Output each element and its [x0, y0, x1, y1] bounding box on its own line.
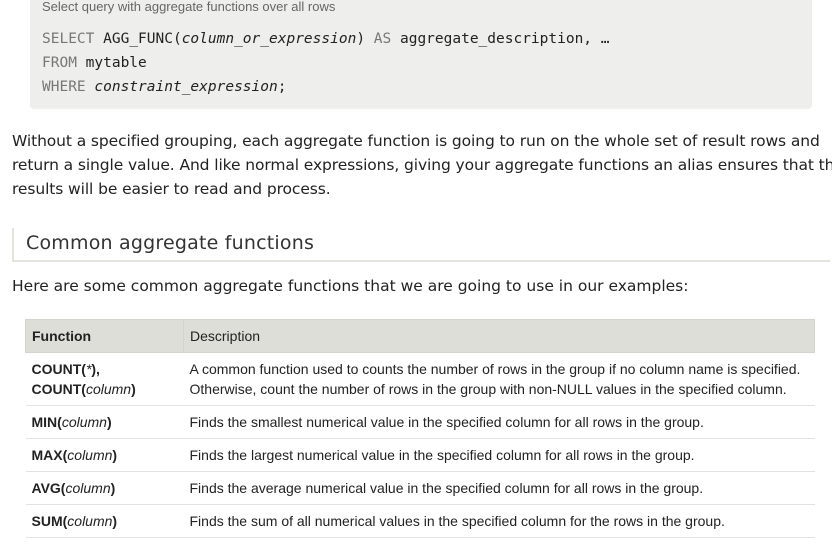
table-row: MAX(column) Finds the largest numerical …	[25, 438, 815, 472]
table-row: MIN(column) Finds the smallest numerical…	[25, 405, 815, 439]
function-name: MIN(	[31, 414, 62, 430]
function-cell: MAX(column)	[25, 438, 184, 472]
function-cell: MIN(column)	[25, 405, 184, 439]
sql-keyword-where: WHERE	[42, 79, 86, 95]
header-function: Function	[25, 319, 184, 353]
sql-constraint: constraint_expression	[94, 79, 278, 95]
table-row: SUM(column) Finds the sum of all numeric…	[25, 504, 815, 538]
function-arg: column	[65, 480, 111, 496]
aggregate-functions-table: Function Description COUNT(*), COUNT(col…	[25, 319, 815, 538]
function-close: )	[112, 447, 118, 463]
description-cell: Finds the largest numerical value in the…	[183, 438, 815, 472]
function-close: )	[112, 513, 118, 529]
function-close: )	[106, 414, 112, 430]
sql-keyword-select: SELECT	[42, 31, 95, 47]
function-cell: SUM(column)	[25, 504, 184, 538]
function-name: MAX(	[31, 447, 68, 463]
description-cell: Finds the average numerical value in the…	[183, 471, 815, 505]
function-arg: column	[67, 513, 113, 529]
description-cell: Finds the sum of all numerical values in…	[183, 504, 815, 538]
function-name: COUNT(	[31, 361, 86, 377]
function-arg: column	[61, 414, 107, 430]
query-caption: Select query with aggregate functions ov…	[42, 0, 336, 14]
query-example-box: Select query with aggregate functions ov…	[30, 0, 812, 109]
function-cell: AVG(column)	[25, 471, 184, 505]
sql-alias: aggregate_description, …	[399, 31, 610, 47]
function-name: AVG(	[31, 480, 66, 496]
description-cell: Finds the smallest numerical value in th…	[183, 405, 815, 439]
sql-code-block: SELECT AGG_FUNC(column_or_expression) AS…	[42, 27, 610, 99]
description-cell: A common function used to counts the num…	[183, 352, 815, 406]
sql-semicolon: ;	[277, 79, 287, 95]
function-close: ),	[91, 361, 100, 377]
table-row: AVG(column) Finds the average numerical …	[25, 471, 815, 505]
sql-keyword-as: AS	[373, 31, 392, 47]
paragraph-line: return a single value. And like normal e…	[12, 156, 832, 174]
function-close: )	[131, 381, 136, 397]
table-header-row: Function Description	[25, 319, 815, 353]
function-arg: column	[67, 447, 113, 463]
paragraph-line: results will be easier to read and proce…	[12, 180, 331, 198]
sql-table-name: mytable	[85, 55, 147, 71]
sql-keyword-from: FROM	[42, 55, 77, 71]
function-name: SUM(	[31, 513, 68, 529]
explanation-paragraph: Without a specified grouping, each aggre…	[12, 129, 832, 201]
function-arg: column	[85, 381, 132, 397]
header-description: Description	[183, 319, 815, 353]
function-cell: COUNT(*), COUNT(column)	[25, 352, 184, 406]
section-heading-box: Common aggregate functions	[12, 228, 830, 262]
function-close: )	[110, 480, 116, 496]
sql-agg-close: )	[356, 31, 366, 47]
intro-text: Here are some common aggregate functions…	[12, 277, 689, 295]
sql-agg-arg: column_or_expression	[181, 31, 357, 47]
table-row: COUNT(*), COUNT(column) A common functio…	[25, 352, 815, 406]
paragraph-line: Without a specified grouping, each aggre…	[12, 132, 820, 150]
section-title: Common aggregate functions	[26, 232, 315, 254]
sql-agg-func: AGG_FUNC(	[103, 31, 182, 47]
function-name: COUNT(	[31, 381, 86, 397]
